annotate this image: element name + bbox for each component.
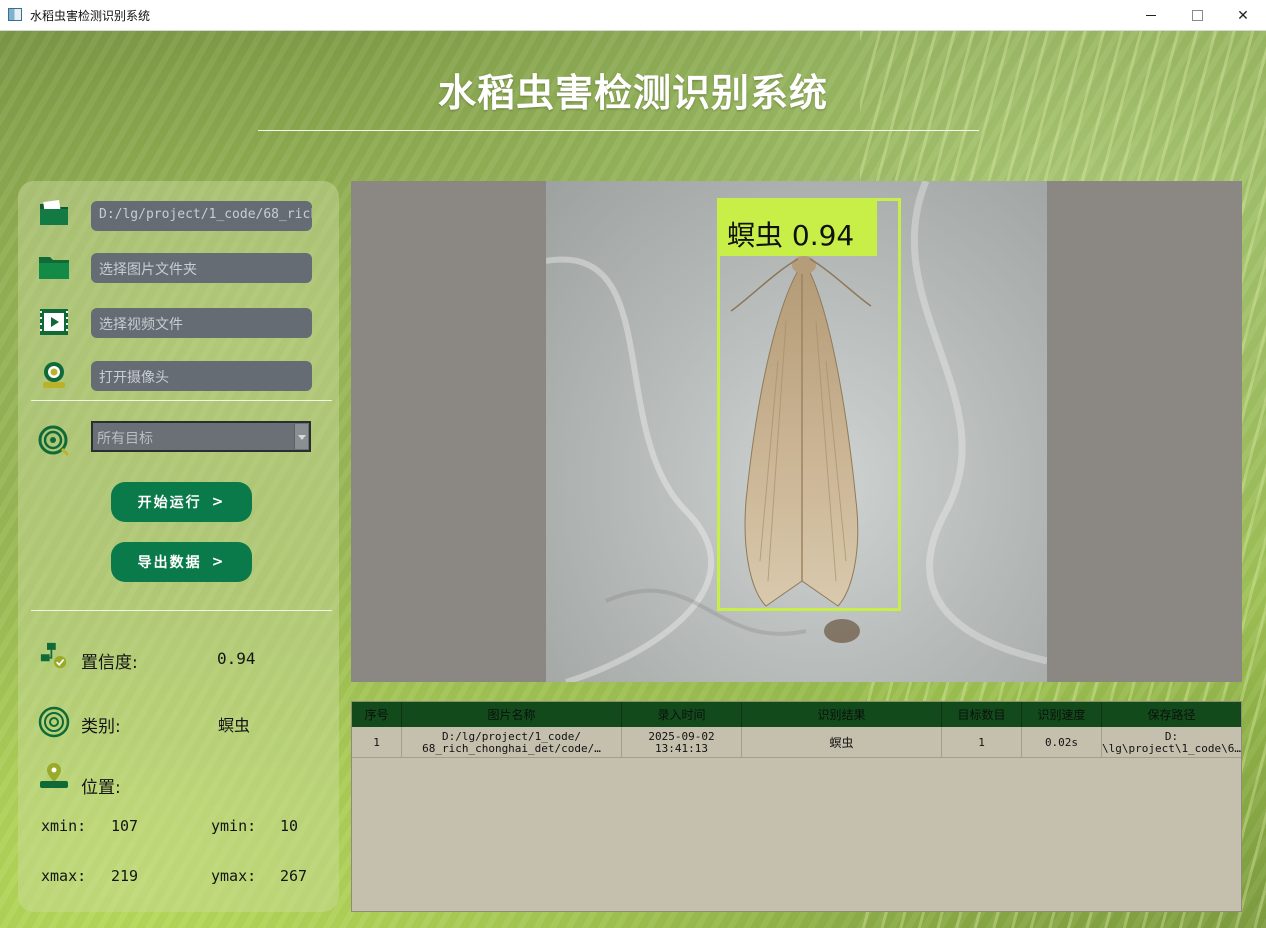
window-title-bar: 水稻虫害检测识别系统 ✕ [0,0,1266,31]
page-title: 水稻虫害检测识别系统 [437,71,828,115]
chevron-down-icon[interactable] [294,424,308,449]
control-panel: D:/lg/project/1_code/68_rich_chonghai_de… [18,181,339,912]
detection-image: 螟虫 0.94 [546,181,1047,682]
start-button[interactable]: 开始运行 > [111,482,252,522]
window-title: 水稻虫害检测识别系统 [30,9,151,23]
maximize-button[interactable] [1174,0,1220,31]
image-file-folder-icon[interactable] [38,199,70,227]
confidence-label: 置信度: [81,653,138,673]
confidence-value: 0.94 [217,649,256,668]
class-value: 螟虫 [218,716,251,735]
table-cell: 1 [942,727,1022,758]
video-file-icon[interactable] [38,308,70,336]
export-button-label: 导出数据 [137,555,202,571]
table-cell: 螟虫 [742,727,942,758]
table-row[interactable]: 1 D:/lg/project/1_code/ 68_rich_chonghai… [352,727,1241,758]
detection-box [717,198,901,611]
camera-icon[interactable] [38,361,70,389]
column-header[interactable]: 识别结果 [742,702,942,727]
detection-label: 螟虫 0.94 [717,198,877,256]
column-header[interactable]: 目标数目 [942,702,1022,727]
ymax-label: ymax: [211,867,257,885]
folder-icon[interactable] [38,253,70,281]
image-display: 螟虫 0.94 [351,181,1242,682]
export-button[interactable]: 导出数据 > [111,542,252,582]
start-button-label: 开始运行 [137,495,202,511]
target-select[interactable]: 所有目标 [91,421,311,452]
column-header[interactable]: 录入时间 [622,702,742,727]
xmax-value: 219 [111,867,139,885]
class-icon [38,706,70,738]
table-cell: 0.02s [1022,727,1102,758]
minimize-button[interactable] [1128,0,1174,31]
panel-divider [31,400,332,401]
table-cell: D: \lg\project\1_code\6… [1102,729,1241,755]
position-label: 位置: [81,778,121,798]
image-file-input[interactable]: D:/lg/project/1_code/68_rich_chonghai_de… [91,201,312,231]
table-header: 序号 图片名称 录入时间 识别结果 目标数目 识别速度 保存路径 [352,702,1241,727]
video-file-input[interactable]: 选择视频文件 [91,308,312,338]
location-pin-icon [40,763,68,788]
target-select-value: 所有目标 [97,431,153,447]
class-label: 类别: [81,717,121,737]
title-divider [258,130,979,131]
chevron-right-icon: > [211,494,226,510]
column-header[interactable]: 图片名称 [402,702,622,727]
table-cell: D:/lg/project/1_code/ 68_rich_chonghai_d… [402,727,622,758]
target-icon [38,425,70,457]
close-button[interactable]: ✕ [1220,0,1266,31]
xmin-label: xmin: [41,817,87,835]
ymin-value: 10 [280,817,299,835]
app-icon [8,8,22,21]
ymax-value: 267 [280,867,308,885]
camera-input[interactable]: 打开摄像头 [91,361,312,391]
table-cell: 2025-09-02 13:41:13 [622,727,742,758]
image-folder-input[interactable]: 选择图片文件夹 [91,253,312,283]
column-header[interactable]: 序号 [352,702,402,727]
column-header[interactable]: 保存路径 [1102,702,1241,727]
results-table: 序号 图片名称 录入时间 识别结果 目标数目 识别速度 保存路径 1 D:/lg… [351,701,1242,912]
chevron-right-icon: > [211,554,226,570]
column-header[interactable]: 识别速度 [1022,702,1102,727]
panel-divider [31,610,332,611]
ymin-label: ymin: [211,817,257,835]
table-cell: 1 [352,727,402,758]
confidence-icon [40,642,67,669]
xmin-value: 107 [111,817,139,835]
xmax-label: xmax: [41,867,87,885]
